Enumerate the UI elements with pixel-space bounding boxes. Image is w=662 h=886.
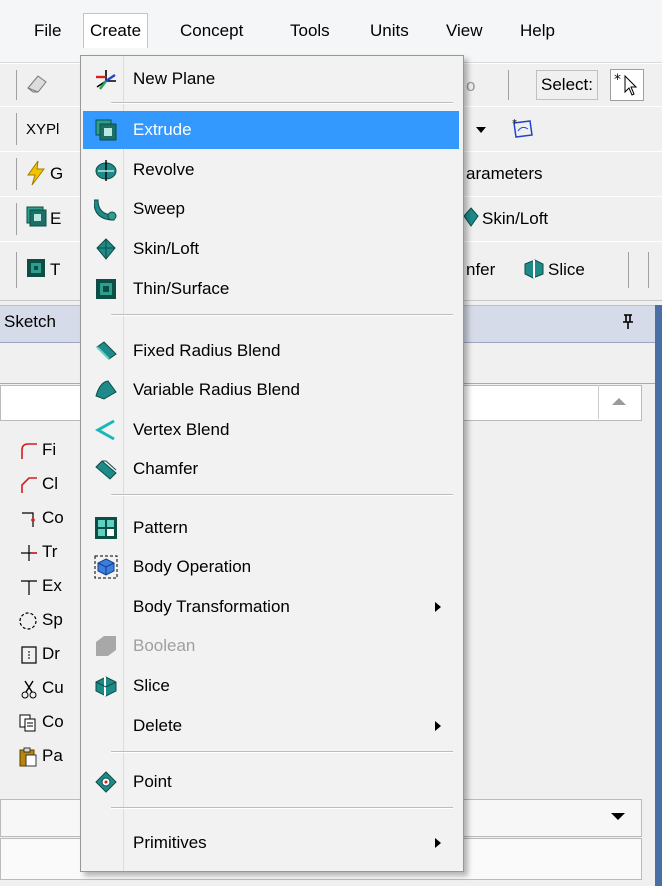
generate-lightning-icon[interactable]: [24, 159, 48, 189]
slice-icon: [95, 676, 117, 697]
skin-loft-icon: [96, 238, 116, 260]
submenu-arrow-icon: [435, 721, 441, 731]
menu-concept[interactable]: Concept: [174, 14, 249, 48]
thin-surface-icon: [96, 279, 116, 299]
menu-bar: File Create Concept Tools Units View Hel…: [0, 0, 662, 63]
fixed-radius-blend-icon: [96, 341, 117, 360]
boolean-icon: [96, 636, 116, 656]
panel-title: Sketch: [4, 312, 56, 331]
menu-item-chamfer[interactable]: Chamfer: [83, 450, 459, 488]
slice-button[interactable]: Slice: [548, 255, 585, 285]
menu-help[interactable]: Help: [514, 14, 561, 48]
select-label: Select:: [536, 70, 598, 100]
revolve-icon: [95, 160, 117, 181]
menu-item-fixed-radius-blend[interactable]: Fixed Radius Blend: [83, 332, 459, 370]
scroll-up-arrow-icon[interactable]: [598, 385, 641, 419]
generate-button-partial[interactable]: G: [50, 159, 63, 189]
menu-item-skin-loft[interactable]: Skin/Loft: [83, 230, 459, 268]
submenu-arrow-icon: [435, 838, 441, 848]
extrude-icon: [95, 119, 117, 141]
skin-loft-small-icon[interactable]: [462, 204, 480, 234]
plane-dropdown-chevron-icon[interactable]: [474, 115, 488, 145]
body-operation-icon: [94, 555, 118, 579]
chamfer-icon: [95, 460, 117, 480]
submenu-arrow-icon: [435, 602, 441, 612]
toolbar-partial-item[interactable]: o: [466, 71, 475, 101]
menu-units[interactable]: Units: [364, 14, 415, 48]
menu-item-body-transformation[interactable]: Body Transformation: [83, 588, 459, 626]
menu-create[interactable]: Create: [83, 13, 149, 48]
menu-item-sweep[interactable]: Sweep: [83, 190, 459, 228]
point-icon: [95, 771, 117, 793]
new-sketch-icon[interactable]: *: [510, 115, 536, 145]
menu-item-boolean: Boolean: [83, 627, 459, 665]
new-plane-icon: [96, 70, 116, 90]
extrude-icon[interactable]: [24, 204, 48, 234]
pattern-icon: [95, 517, 117, 539]
svg-text:*: *: [512, 118, 517, 129]
menu-view[interactable]: View: [440, 14, 489, 48]
scroll-down-chevron-icon[interactable]: [598, 799, 640, 835]
variable-radius-blend-icon: [95, 380, 117, 400]
sweep-icon: [94, 199, 117, 221]
menu-item-new-plane[interactable]: New Plane: [83, 60, 459, 98]
menu-item-extrude[interactable]: Extrude: [83, 111, 459, 149]
thin-surface-icon[interactable]: [24, 255, 48, 285]
plane-select[interactable]: XYPl: [26, 115, 59, 145]
menu-file[interactable]: File: [28, 14, 67, 48]
menu-item-slice[interactable]: Slice: [83, 667, 459, 705]
menu-item-primitives[interactable]: Primitives: [83, 824, 459, 862]
parameters-button[interactable]: arameters: [466, 159, 543, 189]
eraser-icon[interactable]: [24, 70, 54, 100]
menu-item-thin-surface[interactable]: Thin/Surface: [83, 270, 459, 308]
thin-surface-button-partial[interactable]: T: [50, 255, 60, 285]
menu-item-variable-radius-blend[interactable]: Variable Radius Blend: [83, 371, 459, 409]
pin-icon[interactable]: [620, 312, 636, 337]
create-menu-dropdown: New Plane Extrude Revolve Sweep Skin/Lof…: [80, 55, 464, 872]
select-mode-cursor-icon[interactable]: *: [610, 69, 644, 101]
menu-item-vertex-blend[interactable]: Vertex Blend: [83, 411, 459, 449]
extrude-button-partial[interactable]: E: [50, 204, 61, 234]
menu-item-revolve[interactable]: Revolve: [83, 151, 459, 189]
vertex-blend-icon: [94, 419, 115, 441]
menu-item-body-operation[interactable]: Body Operation: [83, 548, 459, 586]
svg-text:*: *: [614, 72, 621, 88]
menu-tools[interactable]: Tools: [284, 14, 336, 48]
menu-item-point[interactable]: Point: [83, 763, 459, 801]
panel-right-edge: [655, 305, 662, 886]
skin-loft-button[interactable]: Skin/Loft: [482, 204, 548, 234]
menu-item-delete[interactable]: Delete: [83, 707, 459, 745]
toolbar-grip: [16, 70, 17, 100]
slice-small-icon[interactable]: [522, 255, 546, 285]
menu-item-pattern[interactable]: Pattern: [83, 509, 459, 547]
chamfer-button-partial[interactable]: nfer: [466, 255, 495, 285]
